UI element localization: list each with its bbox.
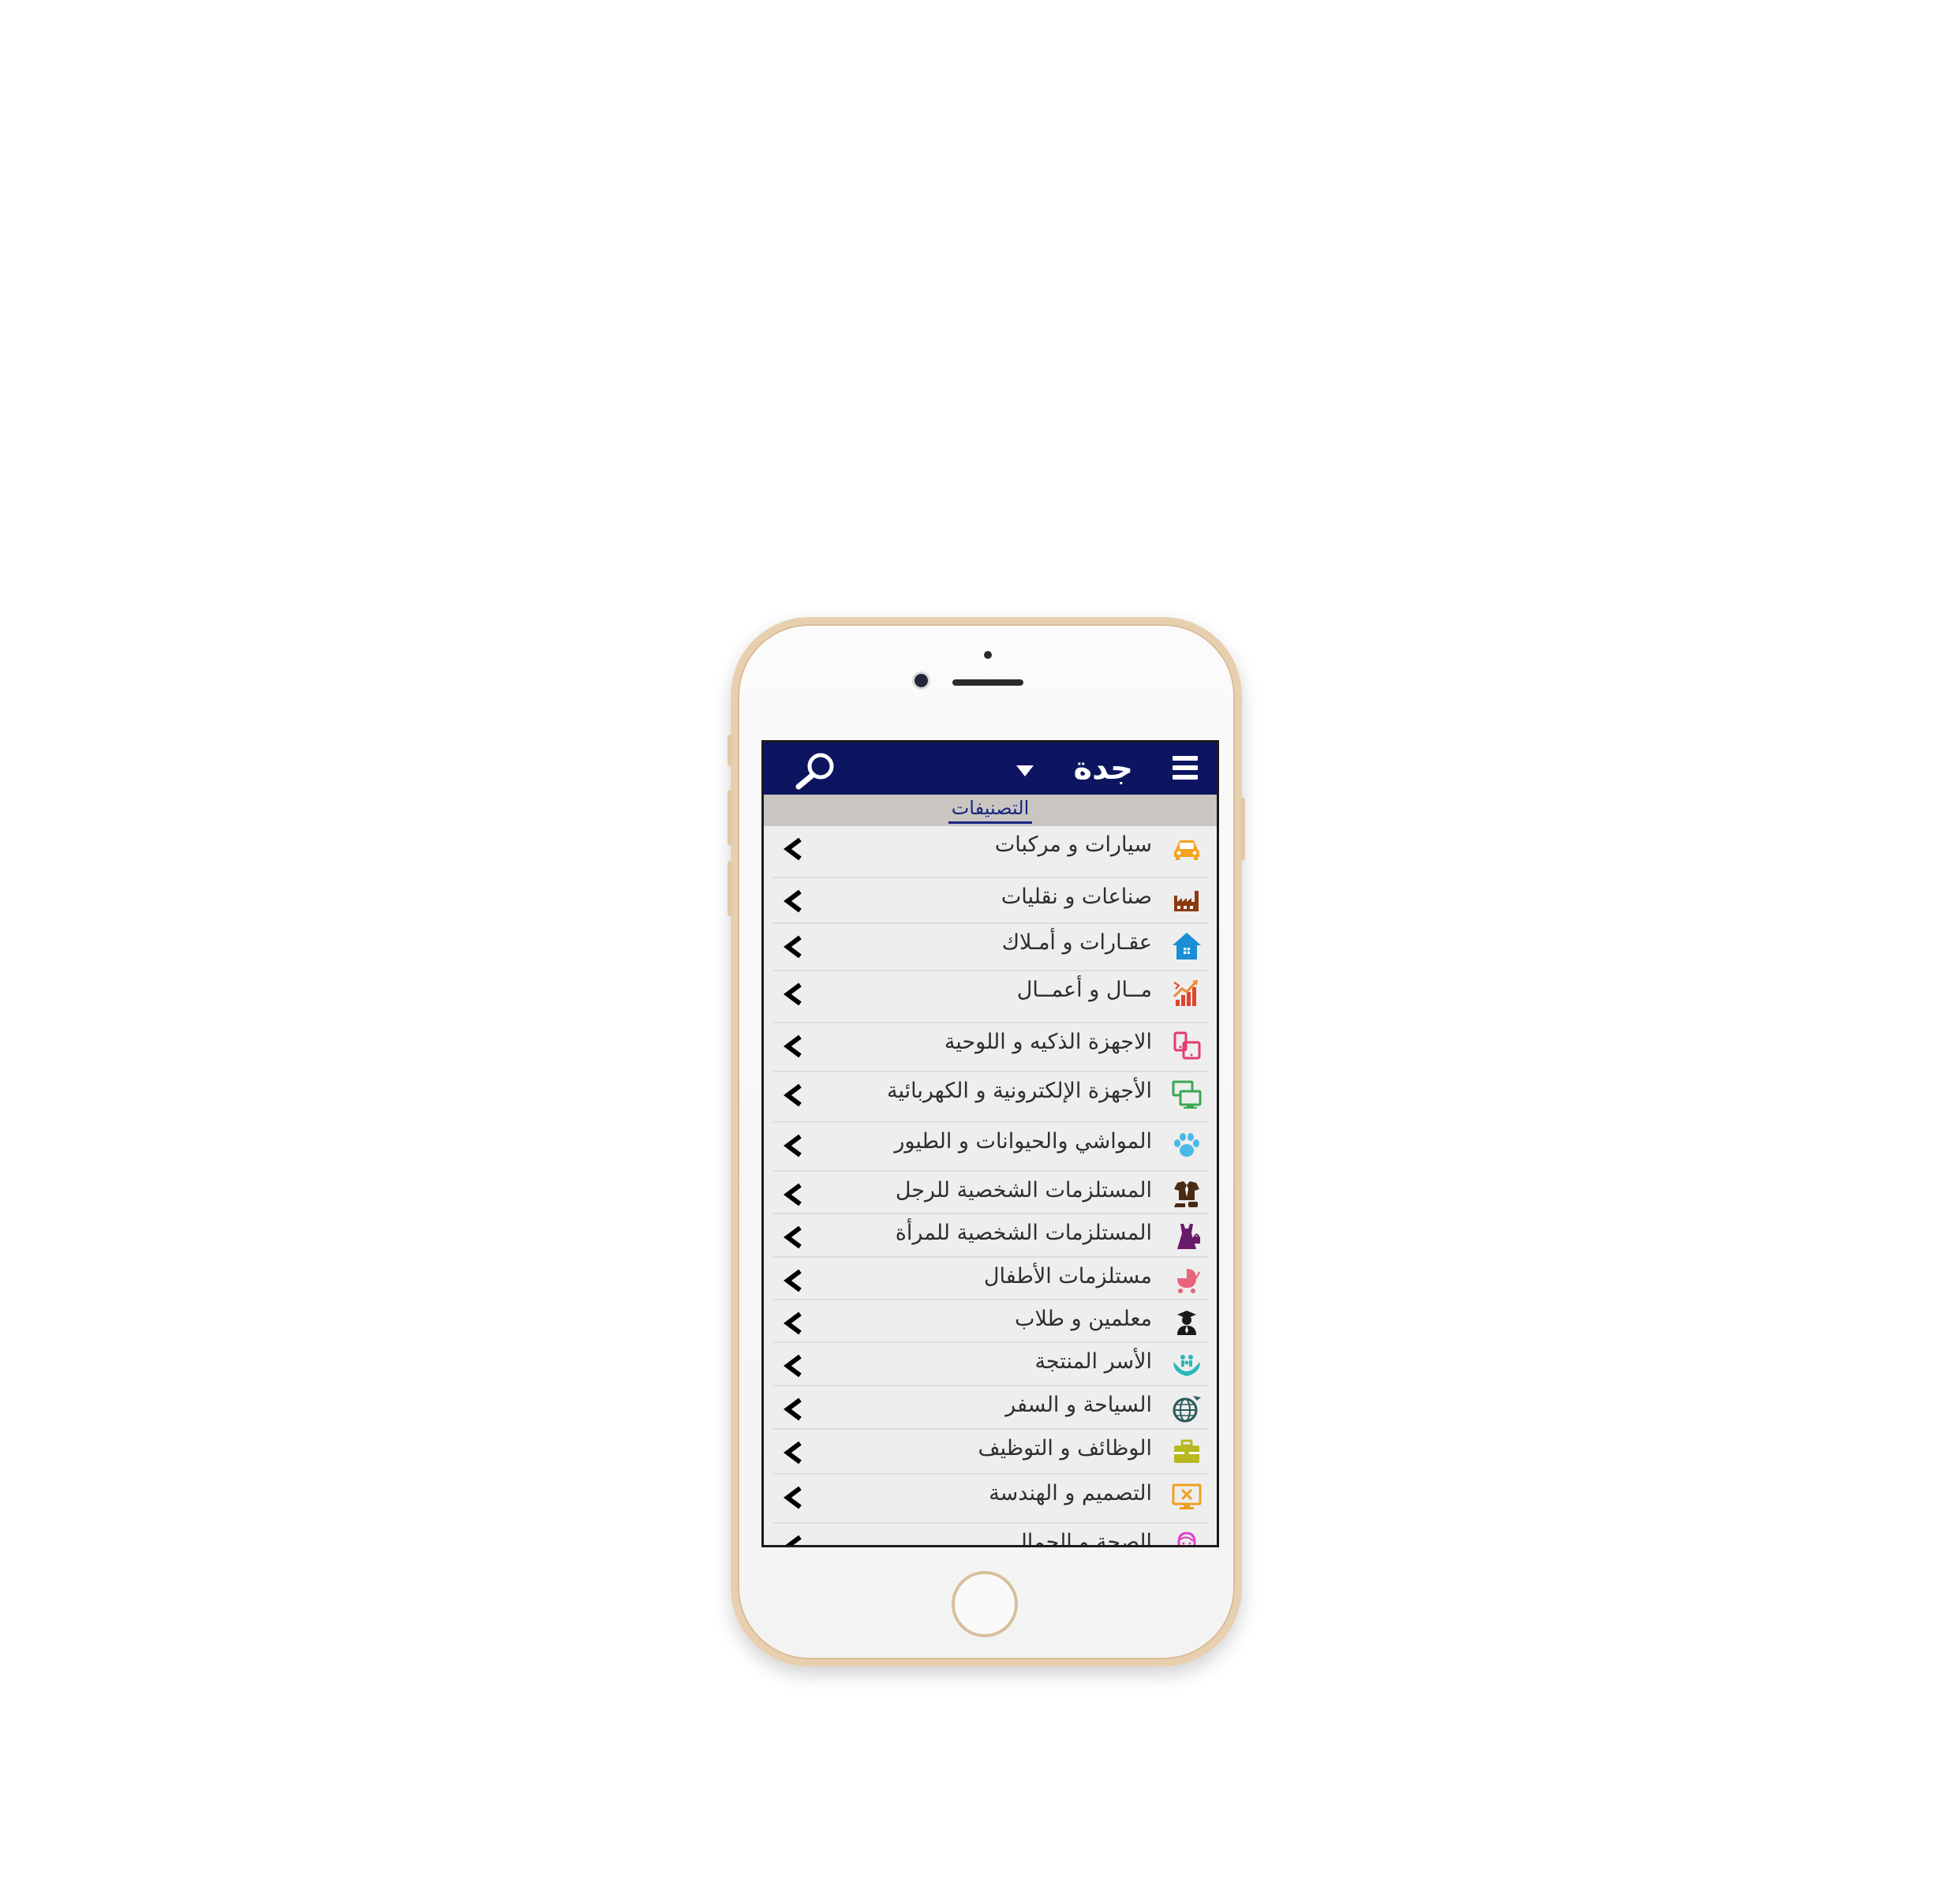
category-item[interactable]: التصميم و الهندسة (773, 1475, 1209, 1524)
chevron-left-icon (784, 1225, 802, 1249)
search-icon[interactable] (792, 750, 840, 790)
category-item[interactable]: المواشي والحيوانات و الطيور (773, 1123, 1209, 1172)
house-icon (1173, 933, 1201, 959)
volume-up-button (728, 790, 732, 845)
phone-frame: جدة التصنيفات سيارات و مركبات صناعات و ن… (728, 617, 1245, 1666)
category-label: المستلزمات الشخصية للمرأة (895, 1221, 1152, 1245)
category-label: مــال و أعمــال (1016, 978, 1152, 1002)
caret-down-icon (1016, 765, 1034, 776)
tab-bar: التصنيفات (764, 795, 1217, 826)
chevron-left-icon (784, 1486, 802, 1509)
category-label: سيارات و مركبات (994, 832, 1152, 857)
devices-icon (1173, 1031, 1201, 1060)
category-label: السياحة و السفر (1005, 1393, 1152, 1417)
category-label: مستلزمات الأطفال (983, 1264, 1152, 1289)
chevron-left-icon (784, 1269, 802, 1292)
monitor-icon (1172, 1080, 1202, 1109)
chevron-left-icon (784, 1134, 802, 1158)
category-label: التصميم و الهندسة (989, 1481, 1152, 1506)
chevron-left-icon (784, 1354, 802, 1378)
category-item[interactable]: معلمين و طلاب (773, 1300, 1209, 1343)
chevron-left-icon (784, 1311, 802, 1335)
earpiece-speaker (952, 679, 1023, 686)
family-hands-icon (1173, 1355, 1200, 1376)
graduate-icon (1177, 1311, 1196, 1335)
front-camera (915, 674, 928, 687)
chevron-left-icon (784, 935, 802, 959)
tab-categories[interactable]: التصنيفات (948, 796, 1033, 824)
category-label: الأجهزة الإلكترونية و الكهربائية (887, 1079, 1152, 1103)
chevron-left-icon (784, 1183, 802, 1206)
app-screen: جدة التصنيفات سيارات و مركبات صناعات و ن… (761, 740, 1219, 1547)
category-item[interactable]: الاجهزة الذكيه و اللوحية (773, 1023, 1209, 1072)
design-screen-icon (1172, 1483, 1202, 1509)
car-icon (1174, 840, 1199, 860)
category-item[interactable]: مــال و أعمــال (773, 971, 1209, 1023)
chevron-left-icon (784, 1441, 802, 1464)
chevron-left-icon (784, 837, 802, 861)
dress-icon (1177, 1224, 1200, 1249)
chevron-left-icon (784, 889, 802, 913)
category-item[interactable]: سيارات و مركبات (773, 826, 1209, 878)
briefcase-icon (1174, 1439, 1199, 1463)
category-label: الأسر المنتجة (1034, 1349, 1152, 1374)
category-label: الصحة و الجمال (1012, 1530, 1152, 1547)
chevron-left-icon (784, 1397, 802, 1421)
silent-switch (728, 735, 732, 766)
category-item[interactable]: الصحة و الجمال (773, 1524, 1209, 1547)
chevron-left-icon (784, 1034, 802, 1058)
power-button (1240, 798, 1245, 861)
paw-icon (1174, 1133, 1199, 1157)
factory-icon (1174, 891, 1199, 911)
category-list: سيارات و مركبات صناعات و نقليات عقـارات … (764, 826, 1217, 1547)
category-label: المواشي والحيوانات و الطيور (894, 1129, 1152, 1154)
category-item[interactable]: الأسر المنتجة (773, 1343, 1209, 1386)
beauty-face-icon (1177, 1532, 1196, 1545)
category-item[interactable]: المستلزمات الشخصية للرجل (773, 1172, 1209, 1214)
app-header: جدة (764, 743, 1217, 795)
hamburger-menu-icon[interactable] (1173, 756, 1198, 780)
category-label: الاجهزة الذكيه و اللوحية (944, 1030, 1152, 1054)
chevron-left-icon (784, 1083, 802, 1107)
volume-down-button (728, 861, 732, 916)
growth-chart-icon (1173, 980, 1198, 1006)
city-dropdown[interactable]: جدة (1016, 747, 1133, 790)
category-item[interactable]: الوظائف و التوظيف (773, 1430, 1209, 1475)
category-label: عقـارات و أمـلاك (1001, 930, 1152, 955)
chevron-left-icon (785, 1535, 802, 1545)
category-label: الوظائف و التوظيف (978, 1436, 1152, 1461)
category-label: صناعات و نقليات (1001, 885, 1152, 909)
category-item[interactable]: عقـارات و أمـلاك (773, 924, 1209, 971)
city-label: جدة (1073, 750, 1133, 787)
category-label: المستلزمات الشخصية للرجل (895, 1178, 1152, 1203)
proximity-sensor (984, 651, 992, 659)
category-item[interactable]: مستلزمات الأطفال (773, 1258, 1209, 1300)
chevron-left-icon (784, 982, 802, 1006)
category-label: معلمين و طلاب (1015, 1307, 1152, 1331)
category-item[interactable]: المستلزمات الشخصية للمرأة (773, 1214, 1209, 1258)
stroller-icon (1177, 1269, 1200, 1293)
home-button[interactable] (952, 1571, 1018, 1637)
globe-plane-icon (1173, 1396, 1201, 1423)
category-item[interactable]: السياحة و السفر (773, 1386, 1209, 1430)
menswear-icon (1174, 1181, 1199, 1207)
category-item[interactable]: صناعات و نقليات (773, 878, 1209, 924)
category-item[interactable]: الأجهزة الإلكترونية و الكهربائية (773, 1072, 1209, 1123)
